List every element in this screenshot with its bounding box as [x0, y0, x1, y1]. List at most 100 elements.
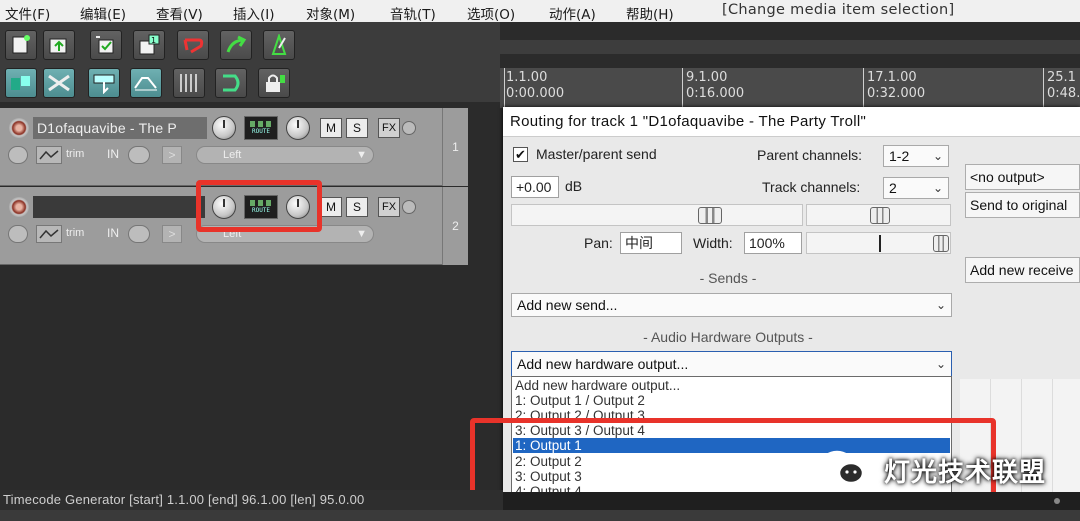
- input-select[interactable]: [128, 146, 150, 164]
- ruler-bar-label: 9.1.00: [686, 70, 728, 85]
- time-ruler[interactable]: 1.1.00 0:00.000 9.1.00 0:16.000 17.1.00 …: [500, 68, 1080, 108]
- parent-channels-select[interactable]: 1-2 ⌄: [883, 145, 949, 167]
- record-arm-button[interactable]: [9, 118, 29, 138]
- menu-track[interactable]: 音轨(T): [390, 3, 436, 23]
- pan-knob[interactable]: [286, 116, 310, 140]
- dropdown-option[interactable]: Add new hardware output...: [515, 378, 680, 393]
- phase-button[interactable]: [8, 146, 28, 164]
- new-project-icon[interactable]: [5, 30, 37, 60]
- route-button[interactable]: ROUTE: [244, 116, 278, 140]
- pan-slider-thumb[interactable]: [870, 207, 890, 224]
- hardware-outputs-header: - Audio Hardware Outputs -: [643, 329, 813, 345]
- menu-view[interactable]: 查看(V): [156, 3, 203, 23]
- grid-snap-icon[interactable]: [5, 68, 37, 98]
- wechat-logo-icon: [820, 450, 865, 485]
- width-input[interactable]: 100%: [744, 232, 802, 254]
- transport-strip: [0, 510, 1080, 521]
- undo-icon[interactable]: [177, 30, 209, 60]
- ruler-time-label: 0:16.000: [686, 86, 745, 101]
- master-send-checkbox[interactable]: ✔: [513, 147, 528, 162]
- solo-button[interactable]: S: [346, 118, 368, 138]
- pan-input[interactable]: 中间: [620, 232, 682, 254]
- ripple-edit-icon[interactable]: [43, 68, 75, 98]
- scroll-dot-icon: [1054, 498, 1060, 504]
- play-arrow-icon[interactable]: >: [162, 225, 182, 243]
- highlight-box-route: [196, 180, 322, 232]
- width-slider-thumb[interactable]: [933, 235, 949, 252]
- dropdown-option[interactable]: 1: Output 1 / Output 2: [515, 393, 645, 408]
- menu-insert[interactable]: 插入(I): [233, 3, 275, 23]
- fx-bypass-icon[interactable]: [402, 200, 416, 214]
- fx-button[interactable]: FX: [378, 118, 400, 138]
- grid-lines-icon[interactable]: [173, 68, 205, 98]
- timeline: 1.1.00 0:00.000 9.1.00 0:16.000 17.1.00 …: [500, 22, 1080, 108]
- input-label[interactable]: IN: [107, 226, 119, 240]
- lock-icon[interactable]: [258, 68, 290, 98]
- menu-item[interactable]: 对象(M): [306, 3, 355, 23]
- menu-actions[interactable]: 动作(A): [549, 3, 596, 23]
- trim-label[interactable]: trim: [66, 227, 84, 239]
- record-arm-button[interactable]: [9, 197, 29, 217]
- ruler-bar-label: 1.1.00: [506, 70, 548, 85]
- volume-slider-thumb[interactable]: [698, 207, 722, 224]
- chevron-down-icon: ▼: [356, 149, 367, 161]
- solo-button[interactable]: S: [346, 197, 368, 217]
- chevron-down-icon: ▼: [356, 228, 367, 240]
- track-name[interactable]: [33, 196, 205, 218]
- add-hardware-output-select[interactable]: Add new hardware output... ⌄: [511, 351, 952, 377]
- ruler-tick: [504, 68, 505, 108]
- routing-window-title: Routing for track 1 "D1ofaquavibe - The …: [503, 107, 1080, 137]
- volume-unit-label: dB: [565, 178, 583, 194]
- play-arrow-icon[interactable]: >: [162, 146, 182, 164]
- save-project-icon[interactable]: [90, 30, 122, 60]
- open-project-icon[interactable]: [43, 30, 75, 60]
- chevron-down-icon: ⌄: [935, 357, 946, 371]
- receive-output-select[interactable]: <no output>: [965, 164, 1080, 190]
- add-receive-select[interactable]: Add new receive: [965, 257, 1080, 283]
- trim-label[interactable]: trim: [66, 148, 84, 160]
- fx-button[interactable]: FX: [378, 197, 400, 217]
- track-name[interactable]: D1ofaquavibe - The P: [33, 117, 207, 139]
- add-send-select[interactable]: Add new send... ⌄: [511, 293, 952, 317]
- fx-bypass-icon[interactable]: [402, 121, 416, 135]
- ruler-tick: [863, 68, 864, 108]
- pan-slider[interactable]: [806, 204, 951, 226]
- chevron-down-icon: ⌄: [932, 149, 943, 163]
- add-send-label: Add new send...: [517, 297, 618, 313]
- ruler-time-label: 0:32.000: [867, 86, 926, 101]
- envelope-icon[interactable]: [36, 146, 62, 164]
- ruler-time-label: 0:00.000: [506, 86, 565, 101]
- loop-icon[interactable]: [215, 68, 247, 98]
- mute-button[interactable]: M: [320, 118, 342, 138]
- status-bar: Timecode Generator [start] 1.1.00 [end] …: [0, 490, 503, 510]
- phase-button[interactable]: [8, 225, 28, 243]
- auto-crossfade-icon[interactable]: [88, 68, 120, 98]
- volume-knob[interactable]: [212, 116, 236, 140]
- pan-mode-select[interactable]: Left ▼: [196, 146, 374, 164]
- volume-slider[interactable]: [511, 204, 803, 226]
- input-select[interactable]: [128, 225, 150, 243]
- width-slider[interactable]: [806, 232, 951, 254]
- menu-help[interactable]: 帮助(H): [626, 3, 674, 23]
- track-number: 2: [442, 187, 468, 265]
- parent-channels-value: 1-2: [889, 148, 910, 164]
- volume-input[interactable]: +0.00: [511, 176, 559, 198]
- input-label[interactable]: IN: [107, 147, 119, 161]
- bottom-scrollbar[interactable]: [503, 492, 1080, 510]
- envelope-icon[interactable]: [36, 225, 62, 243]
- metronome-icon[interactable]: [263, 30, 295, 60]
- project-settings-icon[interactable]: 1: [133, 30, 165, 60]
- track-1[interactable]: D1ofaquavibe - The P ROUTE M S FX trim I…: [0, 108, 442, 186]
- ruler-tick: [682, 68, 683, 108]
- envelope-lock-icon[interactable]: [130, 68, 162, 98]
- track-number: 1: [442, 108, 468, 186]
- horizontal-scrollbar[interactable]: [500, 40, 1080, 54]
- menu-options[interactable]: 选项(O): [467, 3, 515, 23]
- menu-file[interactable]: 文件(F): [5, 3, 50, 23]
- width-label: Width:: [693, 235, 733, 251]
- menu-edit[interactable]: 编辑(E): [80, 3, 126, 23]
- mute-button[interactable]: M: [320, 197, 342, 217]
- track-channels-select[interactable]: 2 ⌄: [883, 177, 949, 199]
- send-to-original-button[interactable]: Send to original: [965, 192, 1080, 218]
- redo-icon[interactable]: [220, 30, 252, 60]
